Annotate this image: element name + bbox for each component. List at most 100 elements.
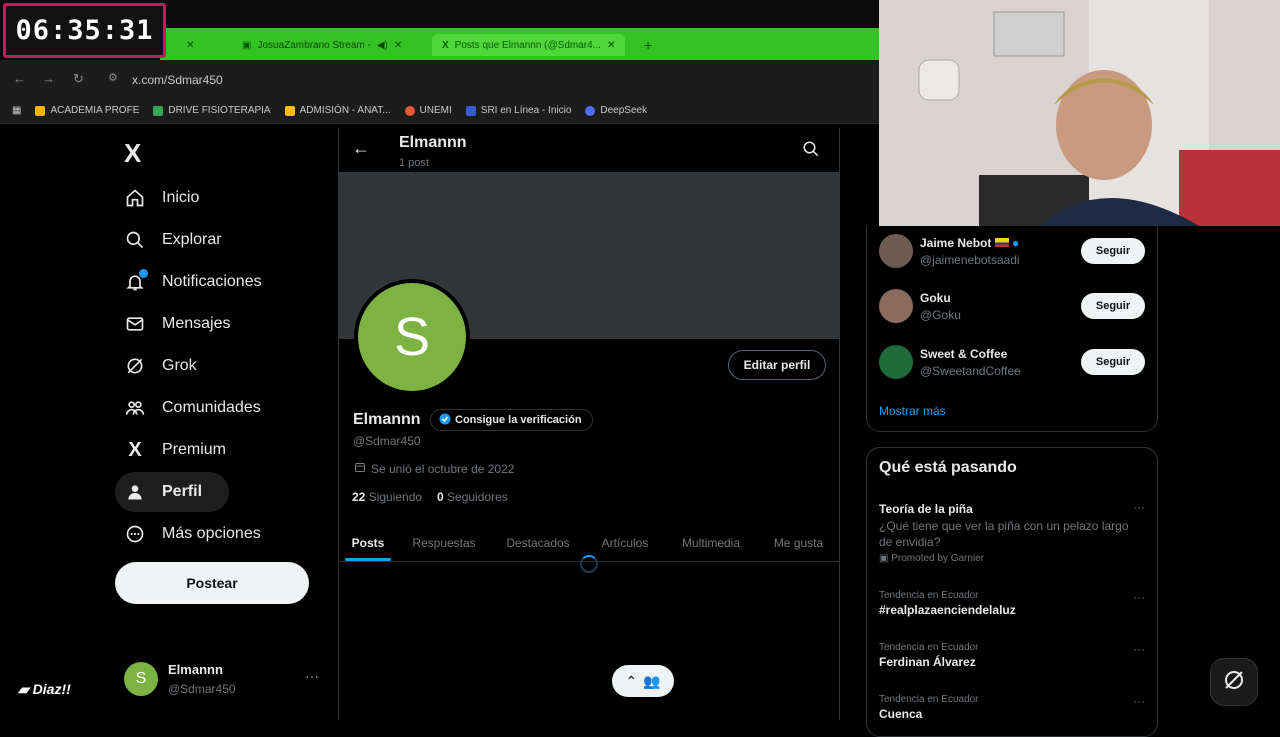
- search-icon: [124, 229, 146, 251]
- more-circle-icon: [124, 523, 146, 545]
- trend-item[interactable]: Tendencia en Ecuador Ferdinan Álvarez ··…: [879, 642, 1145, 669]
- account-avatar[interactable]: S: [124, 662, 158, 696]
- followers-link[interactable]: 0 Seguidores: [437, 490, 508, 504]
- tab-respuestas[interactable]: Respuestas: [397, 524, 491, 561]
- grok-icon: [124, 355, 146, 377]
- close-icon[interactable]: ✕: [394, 40, 402, 51]
- browser-tab-stream[interactable]: ▣ JosuaZambrano Stream - ◀) ✕: [232, 34, 412, 56]
- avatar[interactable]: [879, 289, 913, 323]
- joined-date: Se unió el octubre de 2022: [354, 461, 514, 476]
- tab-multimedia[interactable]: Multimedia: [665, 524, 757, 561]
- chevron-up-icon: ⌃: [625, 672, 638, 689]
- follow-button[interactable]: Seguir: [1081, 293, 1145, 319]
- flag-ecuador-icon: [994, 237, 1009, 247]
- scroll-top-button[interactable]: ⌃ 👥: [612, 665, 674, 697]
- tab-posts[interactable]: Posts: [339, 524, 397, 561]
- bookmark-item[interactable]: UNEMI: [404, 105, 452, 116]
- account-handle: @Sdmar450: [168, 682, 236, 696]
- nav-label: Grok: [162, 357, 197, 374]
- avatar[interactable]: [879, 234, 913, 268]
- reload-icon[interactable]: ↻: [73, 71, 84, 87]
- post-button[interactable]: Postear: [115, 562, 309, 604]
- grok-button[interactable]: [1210, 658, 1258, 706]
- get-verified-button[interactable]: Consigue la verificación: [430, 409, 593, 431]
- apps-icon[interactable]: ▦: [12, 105, 21, 116]
- nav-item-perfil[interactable]: Perfil: [115, 472, 229, 512]
- nav-item-mensajes[interactable]: Mensajes: [124, 304, 230, 344]
- mail-icon: [124, 313, 146, 335]
- unemi-icon: [404, 105, 415, 116]
- verified-badge-icon: ●: [1012, 235, 1020, 250]
- chat-icon: ▰: [18, 681, 33, 697]
- account-name[interactable]: Elmannn: [168, 662, 223, 677]
- nav-item-premium[interactable]: X Premium: [124, 430, 226, 470]
- tab-articulos[interactable]: Artículos: [585, 524, 665, 561]
- back-arrow-icon[interactable]: ←: [13, 71, 26, 86]
- trend-item[interactable]: Tendencia en Ecuador #realplazaenciendel…: [879, 590, 1145, 617]
- person-icon: [124, 481, 146, 503]
- forward-arrow-icon[interactable]: →: [42, 71, 55, 86]
- bookmark-item[interactable]: ADMISIÓN - ANAT...: [284, 105, 391, 116]
- loading-spinner: [580, 555, 598, 573]
- follow-suggestion[interactable]: Goku @Goku Seguir: [879, 286, 1145, 326]
- tab-destacados[interactable]: Destacados: [491, 524, 585, 561]
- trend-item[interactable]: Teoría de la piña ¿Qué tiene que ver la …: [879, 500, 1145, 564]
- verify-label: Consigue la verificación: [455, 414, 582, 426]
- follow-suggestion[interactable]: Sweet & Coffee @SweetandCoffee Seguir: [879, 342, 1145, 382]
- nav-item-explorar[interactable]: Explorar: [124, 220, 222, 260]
- bookmark-item[interactable]: SRI en Línea - Inicio: [465, 105, 571, 116]
- x-icon: X: [128, 438, 142, 461]
- close-icon[interactable]: ✕: [186, 40, 194, 51]
- site-info-icon[interactable]: ⚙: [108, 71, 118, 84]
- nav-item-inicio[interactable]: Inicio: [124, 178, 199, 218]
- grok-icon: [1222, 668, 1246, 697]
- stream-timer: 06:35:31: [3, 3, 166, 58]
- browser-tab[interactable]: ✕: [170, 34, 204, 56]
- more-icon[interactable]: ···: [1133, 500, 1145, 514]
- x-logo-icon[interactable]: X: [124, 138, 141, 169]
- profile-handle: @Sdmar450: [353, 434, 421, 448]
- nav-item-comunidades[interactable]: Comunidades: [124, 388, 261, 428]
- avatar[interactable]: [879, 345, 913, 379]
- nav-label: Explorar: [162, 231, 222, 248]
- x-favicon-icon: X: [442, 39, 449, 51]
- tab-me-gusta[interactable]: Me gusta: [757, 524, 840, 561]
- edit-profile-button[interactable]: Editar perfil: [728, 350, 826, 380]
- notification-dot: [139, 269, 148, 278]
- account-more-icon[interactable]: ···: [305, 668, 319, 684]
- mute-icon[interactable]: ◀): [377, 40, 388, 51]
- profile-avatar[interactable]: S: [354, 279, 470, 395]
- nav-item-mas-opciones[interactable]: Más opciones: [124, 514, 261, 554]
- show-more-link[interactable]: Mostrar más: [879, 404, 946, 418]
- nav-item-notificaciones[interactable]: Notificaciones: [124, 262, 262, 302]
- search-icon[interactable]: [802, 140, 820, 163]
- new-tab-button[interactable]: +: [634, 34, 662, 56]
- more-icon[interactable]: ···: [1133, 694, 1145, 708]
- profile-name: Elmannn: [353, 411, 421, 428]
- drive-icon: [153, 105, 164, 116]
- follow-suggestion[interactable]: Jaime Nebot ● @jaimenebotsaadi Seguir: [879, 231, 1145, 271]
- more-icon[interactable]: ···: [1133, 590, 1145, 604]
- url-field[interactable]: x.com/Sdmar450: [132, 73, 223, 87]
- bookmark-item[interactable]: ACADEMIA PROFE: [35, 105, 139, 116]
- more-icon[interactable]: ···: [1133, 642, 1145, 656]
- bookmark-item[interactable]: DeepSeek: [585, 105, 647, 116]
- home-icon: [124, 187, 146, 209]
- bookmark-item[interactable]: DRIVE FISIOTERAPIA: [153, 105, 271, 116]
- verified-badge-icon: [439, 413, 451, 428]
- nav-item-grok[interactable]: Grok: [124, 346, 197, 386]
- browser-tab-active[interactable]: X Posts que Elmannn (@Sdmar4... ✕: [432, 34, 626, 56]
- bookmark-icon: [35, 105, 46, 116]
- streamer-tag: ▰ Diaz!!: [18, 681, 71, 697]
- people-icon: 👥: [643, 672, 661, 689]
- nav-label: Mensajes: [162, 315, 231, 332]
- follow-button[interactable]: Seguir: [1081, 238, 1145, 264]
- header-profile-name: Elmannn: [399, 134, 467, 151]
- follow-button[interactable]: Seguir: [1081, 349, 1145, 375]
- deepseek-icon: [585, 105, 596, 116]
- trend-item[interactable]: Tendencia en Ecuador Cuenca ···: [879, 694, 1145, 721]
- tab-favicon-icon: ▣: [242, 39, 252, 51]
- back-arrow-icon[interactable]: ←: [352, 138, 370, 159]
- close-icon[interactable]: ✕: [607, 40, 615, 51]
- following-link[interactable]: 22 Siguiendo: [352, 490, 422, 504]
